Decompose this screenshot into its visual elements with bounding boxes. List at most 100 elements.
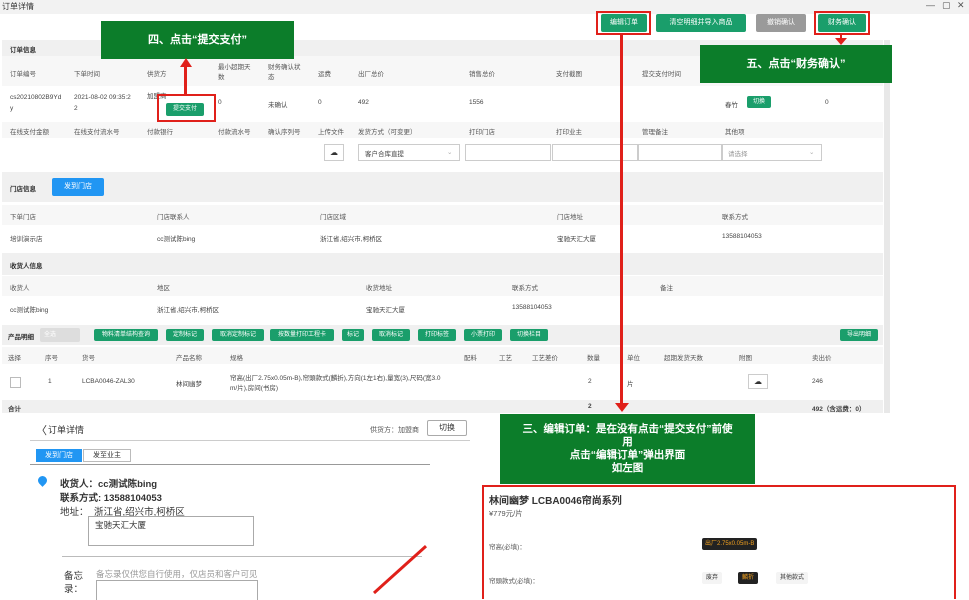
col-fin-status-1: 财务确认状 <box>268 64 301 71</box>
order-time-2: 2 <box>74 105 78 112</box>
col-online-serial: 在线支付流水号 <box>74 129 120 136</box>
print-label-button[interactable]: 打印标签 <box>418 329 456 341</box>
memo-textarea[interactable] <box>96 580 258 600</box>
col-sales-total: 销售总价 <box>469 71 495 78</box>
send-to-store-button[interactable]: 发到门店 <box>52 178 104 196</box>
row-spec-2: m/片),房间(书房) <box>230 385 279 392</box>
freight-value: 0 <box>318 99 322 106</box>
factory-total-value: 492 <box>358 99 369 106</box>
row-checkbox[interactable] <box>10 377 21 388</box>
receiver-section-bar: 收货人信息 <box>2 253 883 275</box>
mobile-tab-store[interactable]: 发到门店 <box>36 449 82 462</box>
store-col-phone: 联系方式 <box>722 214 748 221</box>
total-qty: 2 <box>588 403 592 410</box>
receiver-value-row: cc测试陈bing 浙江省,绍兴市,柯桥区 宝驰天汇大厦 13588104053 <box>2 296 883 318</box>
mobile-tab-underline <box>30 464 430 465</box>
fin-status-value: 未确认 <box>268 102 288 109</box>
minimize-icon[interactable]: — <box>926 0 935 10</box>
col-supplier: 供货方 <box>147 71 167 78</box>
attach-cloud-icon[interactable]: ☁ <box>748 374 768 389</box>
step4-arrow-line <box>184 66 187 94</box>
col-fin-status-2: 态 <box>268 74 275 81</box>
prod-col-image: 附图 <box>739 355 752 362</box>
receiver-col-name: 收货人 <box>10 285 30 292</box>
mobile-address-detail: 宝驰天汇大厦 <box>95 520 147 530</box>
panel-style-option-2[interactable]: 麟折 <box>738 572 759 584</box>
prod-col-unit: 单位 <box>627 355 640 362</box>
col-print-store: 打印门店 <box>469 129 495 136</box>
order-header-row-2: 在线支付金额 在线支付流水号 付款银行 付款流水号 确认序列号 上传文件 发货方… <box>2 122 883 138</box>
back-icon[interactable]: 〈 <box>36 422 47 438</box>
maximize-icon[interactable]: ▢ <box>942 0 951 11</box>
store-header-row: 下单门店 门店联系人 门店区域 门店地址 联系方式 <box>2 205 883 225</box>
mobile-receiver: 收货人：cc测试陈bing <box>60 479 158 490</box>
mobile-address-textarea[interactable]: 宝驰天汇大厦 <box>88 516 254 546</box>
store-address: 宝驰天汇大厦 <box>557 236 596 243</box>
panel-height-option[interactable]: 出厂2.75x0.05m-B <box>702 538 758 550</box>
location-pin-icon <box>36 474 49 487</box>
mobile-addr-label: 地址： <box>60 507 89 518</box>
col-order-id: 订单编号 <box>10 71 36 78</box>
switch-columns-button[interactable]: 切换栏目 <box>510 329 548 341</box>
print-store-input[interactable] <box>465 144 551 161</box>
mobile-switch-button[interactable]: 切换 <box>427 420 467 436</box>
product-options-panel: 林间幽梦 LCBA0046帘尚系列 ¥779元/片 帘高(必填)： 出厂2.75… <box>482 485 956 599</box>
store-contact: cc测试陈bing <box>157 236 196 243</box>
mark-button[interactable]: 标记 <box>342 329 364 341</box>
other-select[interactable]: 请选择 ⌄ <box>722 144 822 161</box>
page-scrollbar[interactable] <box>884 40 890 413</box>
prod-col-qty: 数量 <box>587 355 600 362</box>
receiver-col-note: 备注 <box>660 285 673 292</box>
prod-col-sku: 货号 <box>82 355 95 362</box>
row-sku: LCBA0046-ZAL30 <box>82 378 135 385</box>
admin-note-input[interactable] <box>638 144 722 161</box>
col-ship-method: 发货方式（可变更） <box>358 129 417 136</box>
col-min-overdue-2: 数 <box>218 74 225 81</box>
order-input-row: ☁ 客户合库直提 ⌄ 请选择 ⌄ <box>2 138 883 166</box>
owner-switch-button[interactable]: 切换 <box>747 96 771 108</box>
ship-method-select[interactable]: 客户合库直提 ⌄ <box>358 144 460 161</box>
print-owner-input[interactable] <box>552 144 638 161</box>
product-row[interactable]: 1 LCBA0046-ZAL30 林间幽梦 帘高(出厂2.75x0.05m-B)… <box>2 364 883 400</box>
col-bank: 付款银行 <box>147 129 173 136</box>
window-title: 订单详情 <box>2 2 34 11</box>
submit-payment-highlight <box>157 94 216 122</box>
prod-col-craft-diff: 工艺差价 <box>532 355 558 362</box>
step5-callout: 五、点击“财务确认” <box>700 45 892 83</box>
row-qty: 2 <box>588 378 592 385</box>
revoke-confirm-button[interactable]: 撤销确认 <box>756 14 806 32</box>
select-all-toggle[interactable]: 全选 <box>40 328 80 342</box>
col-pay-time: 提交支付时间 <box>642 71 681 78</box>
owner-value: 春竹 <box>725 102 738 109</box>
cancel-mark-button[interactable]: 取消标记 <box>372 329 410 341</box>
ship-method-value: 客户合库直提 <box>365 151 404 158</box>
upload-cloud-icon[interactable]: ☁ <box>324 144 344 161</box>
panel-style-option-3[interactable]: 其他款式 <box>776 572 809 584</box>
mobile-detail: 〈 订单详情 供货方：加盟商 切换 发到门店 发至业主 收货人：cc测试陈bin… <box>30 416 470 600</box>
step4-arrow-head <box>180 58 192 67</box>
bom-query-button[interactable]: 物料清单结构查询 <box>94 329 158 341</box>
col-pay-serial: 付款流水号 <box>218 129 251 136</box>
step3-line3: 点击“编辑订单”弹出界面 <box>569 449 686 461</box>
finance-confirm-highlight <box>814 11 870 35</box>
receipt-print-button[interactable]: 小票打印 <box>464 329 502 341</box>
step3-arrow-head <box>615 403 629 412</box>
step3-arrow-line <box>620 35 623 405</box>
panel-style-option-1[interactable]: 废弃 <box>702 572 723 584</box>
custom-mark-button[interactable]: 定制标记 <box>166 329 204 341</box>
row-name: 林间幽梦 <box>176 381 202 388</box>
store-phone: 13588104053 <box>722 233 762 240</box>
close-icon[interactable]: ✕ <box>957 0 965 11</box>
export-detail-button[interactable]: 导出明细 <box>840 329 878 341</box>
mobile-tab-owner[interactable]: 发至业主 <box>83 449 131 462</box>
products-section-title: 产品明细 <box>8 334 34 341</box>
cancel-custom-mark-button[interactable]: 取消定制标记 <box>212 329 264 341</box>
clear-import-button[interactable]: 清空明细并导入商品 <box>656 14 746 32</box>
panel-product-title: 林间幽梦 LCBA0046帘尚系列 <box>489 496 622 507</box>
store-name: 培训演示店 <box>10 236 43 243</box>
print-card-button[interactable]: 按数量打印工程卡 <box>270 329 334 341</box>
step3-callout: 三、编辑订单：是在没有点击“提交支付”前使 用 点击“编辑订单”弹出界面 如左图 <box>500 414 755 484</box>
store-col-store: 下单门店 <box>10 214 36 221</box>
order-id-1: cs20210802B9Yd <box>10 94 62 101</box>
col-pay-screenshot: 支付截图 <box>556 71 582 78</box>
